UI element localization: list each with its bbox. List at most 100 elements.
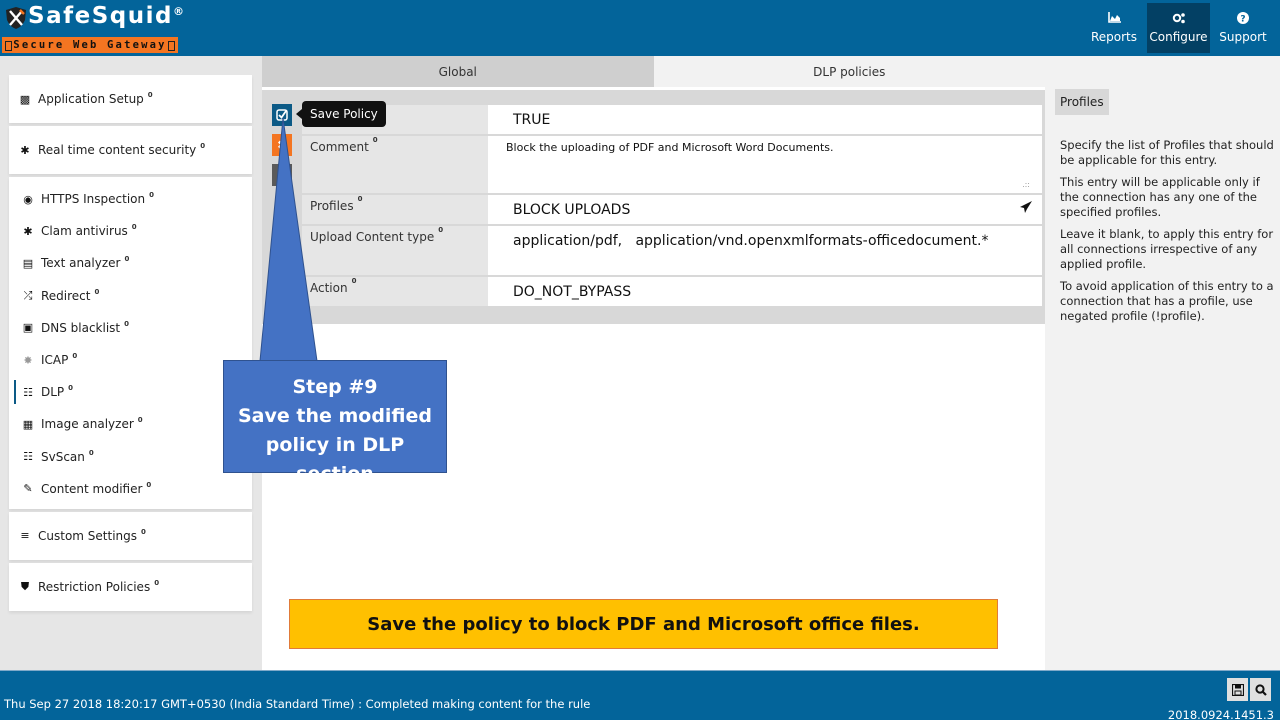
callout-line1: Save the modified — [237, 405, 433, 427]
info-icon[interactable]: 0 — [358, 195, 363, 203]
eye-icon: ◉ — [23, 192, 33, 206]
send-icon[interactable] — [1020, 201, 1032, 213]
image-file-icon: ▦ — [22, 417, 34, 431]
info-icon[interactable]: 0 — [149, 191, 154, 199]
sidebar-section-custom-settings: ≡ Custom Settings 0 — [9, 511, 252, 560]
info-icon[interactable]: 0 — [138, 416, 143, 424]
question-circle-icon: ? — [1237, 12, 1249, 26]
logo-shield-icon — [6, 7, 26, 29]
enabled-value[interactable]: TRUE — [488, 105, 1042, 134]
barcode-icon: ☷ — [23, 450, 33, 464]
status-message: Thu Sep 27 2018 18:20:17 GMT+0530 (India… — [4, 697, 591, 711]
floppy-disk-icon — [1231, 683, 1244, 696]
search-button[interactable] — [1250, 678, 1271, 701]
sidebar-item-svscan[interactable]: ☷ SvScan 0 — [9, 441, 252, 473]
sidebar-item-real-time-content-security[interactable]: ✱ Real time content security 0 — [9, 126, 252, 174]
safesquid-logo[interactable]: SafeSquid® Secure Web Gateway — [2, 2, 184, 54]
field-enabled: TRUE — [302, 105, 1042, 134]
sidebar-item-text-analyzer[interactable]: ▤ Text analyzer 0 — [9, 247, 252, 279]
info-icon[interactable]: 0 — [146, 481, 151, 489]
logo-subtitle: Secure Web Gateway — [13, 39, 167, 51]
top-nav: Reports Configure ? Support — [1081, 3, 1272, 53]
info-icon[interactable]: 0 — [373, 136, 378, 144]
save-config-button[interactable] — [1227, 678, 1248, 701]
policy-action-buttons: ✖ ⋮ — [272, 104, 292, 194]
info-icon[interactable]: 0 — [89, 449, 94, 457]
nav-support[interactable]: ? Support — [1214, 3, 1272, 53]
comment-textarea[interactable]: Block the uploading of PDF and Microsoft… — [488, 136, 1042, 193]
close-icon: ✖ — [276, 138, 288, 152]
help-paragraph: This entry will be applicable only if th… — [1060, 175, 1260, 219]
sidebar-subitems: ◉ HTTPS Inspection 0 ✱ Clam antivirus 0 ▤ Tex… — [9, 177, 252, 509]
cancel-policy-button[interactable]: ✖ — [272, 134, 292, 156]
policy-editor: TRUE Comment 0 Block the uploading of PDF… — [262, 90, 1045, 324]
info-icon[interactable]: 0 — [200, 142, 205, 150]
sidebar-item-content-modifier[interactable]: ✎ Content modifier 0 — [9, 473, 252, 505]
sidebar-section-application-setup: ▩ Application Setup 0 — [9, 75, 252, 123]
profiles-label: Profiles 0 — [302, 195, 488, 224]
sidebar-section-restriction-policies: ⛊ Restriction Policies 0 — [9, 562, 252, 611]
instruction-banner: Save the policy to block PDF and Microso… — [289, 599, 998, 649]
info-icon[interactable]: 0 — [95, 288, 100, 296]
help-paragraph: To avoid application of this entry to a … — [1060, 279, 1274, 323]
briefcase-icon: ▩ — [19, 92, 31, 106]
version-number: 2018.0924.1451.3 — [1167, 708, 1274, 720]
field-comment: Comment 0 Block the uploading of PDF and … — [302, 136, 1042, 193]
field-profiles: Profiles 0 BLOCK UPLOADS — [302, 195, 1042, 224]
info-icon[interactable]: 0 — [148, 91, 153, 99]
tab-global[interactable]: Global — [262, 56, 654, 87]
sidebar-item-image-analyzer[interactable]: ▦ Image analyzer 0 — [9, 408, 252, 440]
logo-title: SafeSquid® — [28, 3, 184, 29]
comment-label: Comment 0 — [302, 136, 488, 193]
barcode-icon: ☷ — [23, 385, 33, 399]
action-select[interactable]: DO_NOT_BYPASS — [488, 277, 1042, 306]
help-paragraph: Leave it blank, to apply this entry for … — [1060, 227, 1274, 271]
resize-handle-icon[interactable]: .:: — [1022, 180, 1030, 189]
action-label: Action 0 — [302, 277, 488, 306]
info-icon[interactable]: 0 — [132, 223, 137, 231]
save-policy-button[interactable] — [272, 104, 292, 126]
search-icon — [1254, 683, 1267, 696]
sliders-icon: ≡ — [20, 529, 30, 543]
info-icon[interactable]: 0 — [352, 277, 357, 285]
dns-icon: ▣ — [22, 321, 34, 335]
sidebar-item-restriction-policies[interactable]: ⛊ Restriction Policies 0 — [9, 563, 252, 611]
info-icon[interactable]: 0 — [141, 528, 146, 536]
sidebar-item-dlp[interactable]: ☷ DLP 0 — [9, 376, 252, 408]
field-action: Action 0 DO_NOT_BYPASS — [302, 277, 1042, 306]
footer-buttons — [1225, 678, 1271, 701]
help-text: Specify the list of Profiles that should… — [1060, 138, 1275, 331]
nav-reports-label: Reports — [1090, 30, 1138, 44]
sidebar-section-real-time: ✱ Real time content security 0 — [9, 126, 252, 174]
svg-text:?: ? — [1240, 15, 1245, 25]
sidebar-item-https-inspection[interactable]: ◉ HTTPS Inspection 0 — [9, 183, 252, 215]
help-paragraph: Specify the list of Profiles that should… — [1060, 138, 1274, 167]
help-title: Profiles — [1055, 89, 1109, 115]
sidebar-item-custom-settings[interactable]: ≡ Custom Settings 0 — [9, 512, 252, 560]
sidebar-item-application-setup[interactable]: ▩ Application Setup 0 — [9, 75, 252, 123]
profiles-input[interactable]: BLOCK UPLOADS — [488, 195, 1042, 224]
sidebar-item-redirect[interactable]: ⤮ Redirect 0 — [9, 280, 252, 312]
info-icon[interactable]: 0 — [438, 226, 443, 234]
cogs-icon — [1172, 12, 1186, 26]
info-icon[interactable]: 0 — [68, 384, 73, 392]
area-chart-icon — [1107, 12, 1121, 26]
shield-icon: ⛊ — [20, 579, 30, 593]
nav-configure[interactable]: Configure — [1147, 3, 1210, 53]
sidebar: ▩ Application Setup 0 ✱ Real time content… — [9, 75, 252, 614]
bug-icon: ✱ — [20, 143, 30, 157]
sidebar-item-icap[interactable]: ✸ ICAP 0 — [9, 344, 252, 376]
policy-fields: TRUE Comment 0 Block the uploading of PDF… — [302, 105, 1042, 308]
info-icon[interactable]: 0 — [72, 352, 77, 360]
field-upload-content-type: Upload Content type 0 application/pdf, ap… — [302, 226, 1042, 275]
tab-dlp-policies[interactable]: DLP policies — [653, 56, 1045, 87]
info-icon[interactable]: 0 — [124, 255, 129, 263]
nav-reports[interactable]: Reports — [1085, 3, 1143, 53]
more-options-button[interactable]: ⋮ — [272, 164, 292, 186]
info-icon[interactable]: 0 — [154, 579, 159, 587]
info-icon[interactable]: 0 — [124, 320, 129, 328]
sidebar-item-clam-antivirus[interactable]: ✱ Clam antivirus 0 — [9, 215, 252, 247]
sidebar-item-dns-blacklist[interactable]: ▣ DNS blacklist 0 — [9, 312, 252, 344]
upload-content-type-input[interactable]: application/pdf, application/vnd.openxml… — [488, 226, 1042, 275]
tab-bar: Global DLP policies — [262, 56, 1045, 87]
